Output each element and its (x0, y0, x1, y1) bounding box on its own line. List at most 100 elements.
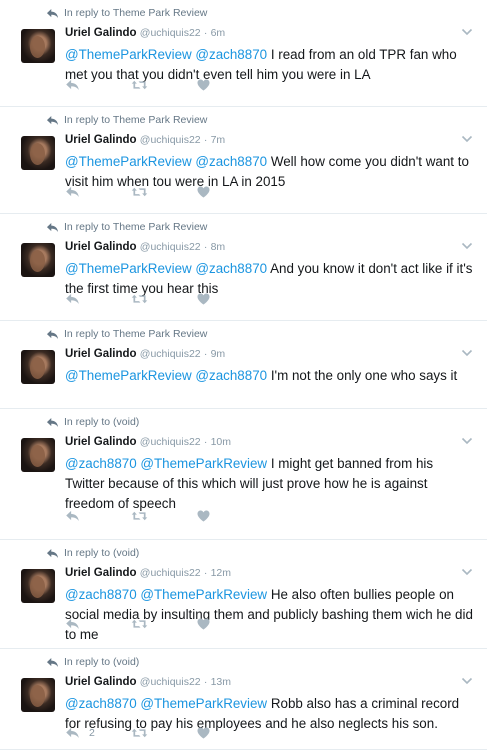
reply-button[interactable] (65, 617, 131, 631)
heart-icon (197, 186, 210, 198)
timestamp[interactable]: 9m (211, 348, 226, 360)
reply-button[interactable] (65, 185, 131, 199)
mentions-link[interactable]: @zach8870 @ThemeParkReview (65, 696, 267, 711)
tweet[interactable]: In reply to (void) Uriel Galindo @uchiqui… (0, 409, 487, 540)
reply-button[interactable] (65, 292, 131, 306)
separator: · (203, 436, 208, 448)
reply-context-label: In reply to Theme Park Review (64, 114, 208, 126)
tweet-actions (65, 292, 210, 306)
user-name[interactable]: Uriel Galindo (65, 348, 137, 360)
user-handle[interactable]: @uchiquis22 (140, 134, 201, 146)
reply-context-label: In reply to (void) (64, 547, 140, 559)
mentions-link[interactable]: @ThemeParkReview @zach8870 (65, 47, 267, 62)
retweet-icon (131, 186, 148, 198)
mentions-link[interactable]: @ThemeParkReview @zach8870 (65, 261, 267, 276)
heart-icon (197, 293, 210, 305)
chevron-down-icon[interactable] (461, 349, 473, 357)
user-name[interactable]: Uriel Galindo (65, 134, 137, 146)
reply-button[interactable]: 2 (65, 726, 131, 740)
tweet-body: I'm not the only one who says it (267, 368, 458, 383)
mentions-link[interactable]: @ThemeParkReview @zach8870 (65, 154, 267, 169)
user-name[interactable]: Uriel Galindo (65, 27, 137, 39)
retweet-button[interactable] (131, 509, 197, 523)
like-button[interactable] (197, 509, 210, 523)
tweet[interactable]: In reply to (void) Uriel Galindo @uchiqui… (0, 540, 487, 649)
retweet-icon (131, 727, 148, 739)
tweet-actions (65, 617, 210, 631)
chevron-down-icon[interactable] (461, 677, 473, 685)
like-button[interactable] (197, 78, 210, 92)
chevron-down-icon[interactable] (461, 568, 473, 576)
user-handle[interactable]: @uchiquis22 (140, 567, 201, 579)
reply-icon (65, 79, 80, 91)
separator: · (203, 676, 208, 688)
reply-context[interactable]: In reply to (void) (46, 547, 139, 559)
mentions-link[interactable]: @zach8870 @ThemeParkReview (65, 456, 267, 471)
reply-context[interactable]: In reply to Theme Park Review (46, 221, 207, 233)
tweet[interactable]: In reply to Theme Park Review Uriel Galin… (0, 321, 487, 409)
retweet-button[interactable] (131, 726, 197, 740)
like-button[interactable] (197, 617, 210, 631)
reply-button[interactable] (65, 509, 131, 523)
reply-icon (65, 727, 80, 739)
reply-arrow-icon (46, 8, 59, 19)
like-button[interactable] (197, 292, 210, 306)
tweet[interactable]: In reply to Theme Park Review Uriel Galin… (0, 214, 487, 321)
tweet-actions: 2 (65, 726, 210, 740)
tweet[interactable]: In reply to Theme Park Review Uriel Galin… (0, 0, 487, 107)
avatar[interactable] (21, 569, 55, 603)
like-button[interactable] (197, 726, 210, 740)
avatar[interactable] (21, 29, 55, 63)
timestamp[interactable]: 6m (211, 27, 226, 39)
chevron-down-icon[interactable] (461, 437, 473, 445)
separator: · (203, 567, 208, 579)
user-handle[interactable]: @uchiquis22 (140, 27, 201, 39)
avatar[interactable] (21, 243, 55, 277)
reply-button[interactable] (65, 78, 131, 92)
user-name[interactable]: Uriel Galindo (65, 676, 137, 688)
reply-arrow-icon (46, 417, 59, 428)
reply-context[interactable]: In reply to (void) (46, 416, 139, 428)
tweet[interactable]: In reply to Theme Park Review Uriel Galin… (0, 107, 487, 214)
retweet-button[interactable] (131, 292, 197, 306)
tweet-header: Uriel Galindo @uchiquis22 · 7m (65, 134, 225, 146)
user-name[interactable]: Uriel Galindo (65, 241, 137, 253)
chevron-down-icon[interactable] (461, 28, 473, 36)
avatar[interactable] (21, 136, 55, 170)
chevron-down-icon[interactable] (461, 135, 473, 143)
retweet-button[interactable] (131, 185, 197, 199)
reply-arrow-icon (46, 222, 59, 233)
reply-arrow-icon (46, 657, 59, 668)
user-handle[interactable]: @uchiquis22 (140, 241, 201, 253)
retweet-button[interactable] (131, 617, 197, 631)
tweet-actions (65, 185, 210, 199)
tweet-header: Uriel Galindo @uchiquis22 · 12m (65, 567, 231, 579)
avatar[interactable] (21, 678, 55, 712)
mentions-link[interactable]: @zach8870 @ThemeParkReview (65, 587, 267, 602)
reply-context[interactable]: In reply to Theme Park Review (46, 114, 207, 126)
user-handle[interactable]: @uchiquis22 (140, 676, 201, 688)
mentions-link[interactable]: @ThemeParkReview @zach8870 (65, 368, 267, 383)
user-name[interactable]: Uriel Galindo (65, 436, 137, 448)
reply-context[interactable]: In reply to (void) (46, 656, 139, 668)
like-button[interactable] (197, 185, 210, 199)
avatar[interactable] (21, 438, 55, 472)
tweet-header: Uriel Galindo @uchiquis22 · 6m (65, 27, 225, 39)
avatar[interactable] (21, 350, 55, 384)
reply-context-label: In reply to Theme Park Review (64, 221, 208, 233)
reply-context[interactable]: In reply to Theme Park Review (46, 328, 207, 340)
user-handle[interactable]: @uchiquis22 (140, 348, 201, 360)
reply-arrow-icon (46, 329, 59, 340)
user-handle[interactable]: @uchiquis22 (140, 436, 201, 448)
reply-context-label: In reply to (void) (64, 416, 140, 428)
retweet-button[interactable] (131, 78, 197, 92)
timestamp[interactable]: 7m (211, 134, 226, 146)
timestamp[interactable]: 12m (211, 567, 231, 579)
tweet[interactable]: In reply to (void) Uriel Galindo @uchiqui… (0, 649, 487, 750)
reply-context[interactable]: In reply to Theme Park Review (46, 7, 207, 19)
user-name[interactable]: Uriel Galindo (65, 567, 137, 579)
chevron-down-icon[interactable] (461, 242, 473, 250)
timestamp[interactable]: 10m (211, 436, 231, 448)
timestamp[interactable]: 13m (211, 676, 231, 688)
timestamp[interactable]: 8m (211, 241, 226, 253)
